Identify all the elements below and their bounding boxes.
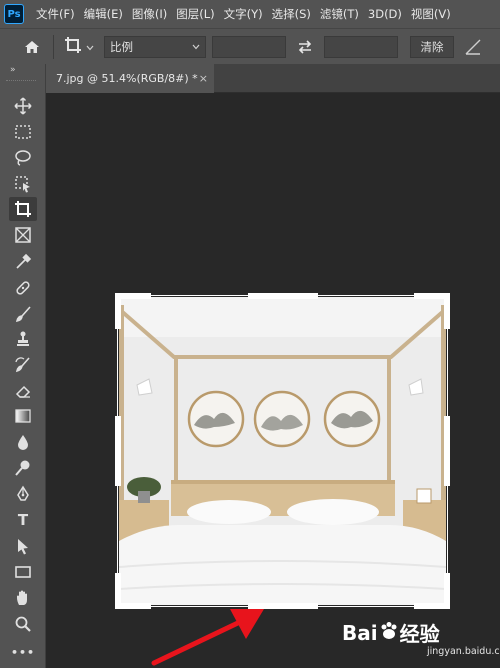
crop-icon (64, 36, 82, 58)
menu-view[interactable]: 视图(V) (411, 6, 451, 22)
hand-tool-icon[interactable] (9, 586, 37, 610)
move-tool-icon[interactable] (9, 94, 37, 118)
close-icon[interactable]: × (199, 72, 208, 85)
options-bar: 比例 清除 (0, 28, 500, 64)
crop-handle-right[interactable] (444, 416, 450, 486)
menu-file[interactable]: 文件(F) (36, 6, 75, 22)
pen-tool-icon[interactable] (9, 482, 37, 506)
more-tools-label: ••• (10, 645, 36, 659)
crop-handle-left[interactable] (115, 416, 121, 486)
baidu-watermark: Bai 经验 (342, 618, 440, 647)
document-tab-bar: 7.jpg @ 51.4%(RGB/8#) * × (46, 64, 500, 93)
menu-3d[interactable]: 3D(D) (368, 7, 402, 21)
paw-icon (378, 620, 400, 646)
chevron-down-icon (86, 37, 94, 56)
crop-tool-icon[interactable] (9, 197, 37, 221)
chevron-down-icon (192, 40, 200, 54)
clear-button[interactable]: 清除 (410, 35, 454, 58)
panel-grip[interactable] (6, 80, 36, 82)
history-brush-tool-icon[interactable] (9, 353, 37, 377)
canvas-area[interactable] (46, 94, 500, 668)
crop-handle-top[interactable] (248, 293, 318, 299)
eyedropper-tool-icon[interactable] (9, 250, 37, 274)
crop-tool-preset[interactable] (64, 36, 94, 58)
photoshop-logo: Ps (4, 4, 24, 24)
more-tools-icon[interactable]: ••• (9, 640, 37, 664)
gradient-tool-icon[interactable] (9, 404, 37, 428)
ratio-select-value: 比例 (110, 39, 133, 54)
blur-tool-icon[interactable] (9, 430, 37, 454)
red-arrow-annotation (151, 609, 264, 666)
clone-stamp-tool-icon[interactable] (9, 327, 37, 351)
menu-layer[interactable]: 图层(L) (176, 6, 214, 22)
path-selection-tool-icon[interactable] (9, 534, 37, 558)
crop-handle-bottom-right-vertical[interactable] (444, 573, 450, 609)
menu-select[interactable]: 选择(S) (272, 6, 311, 22)
type-tool-label: T (17, 511, 29, 529)
crop-handle-top-left-vertical[interactable] (115, 293, 121, 329)
document-tab-title: 7.jpg @ 51.4%(RGB/8#) * (56, 72, 198, 85)
straighten-icon[interactable] (464, 38, 482, 56)
frame-tool-icon[interactable] (9, 223, 37, 247)
swap-arrows-icon[interactable] (292, 39, 318, 54)
marquee-tool-icon[interactable] (9, 120, 37, 144)
ratio-select[interactable]: 比例 (104, 35, 206, 58)
width-input[interactable] (212, 35, 286, 58)
watermark-site: jingyan.baidu.com (427, 646, 500, 657)
crop-handle-top-right-vertical[interactable] (444, 293, 450, 329)
document-tab[interactable]: 7.jpg @ 51.4%(RGB/8#) * × (46, 64, 214, 93)
tools-panel: » T ••• (0, 64, 46, 668)
menu-edit[interactable]: 编辑(E) (84, 6, 123, 22)
watermark-brand-cn: 经验 (399, 622, 440, 646)
home-icon[interactable] (21, 36, 43, 58)
options-separator (53, 34, 54, 59)
menu-type[interactable]: 文字(Y) (224, 6, 263, 22)
brush-tool-icon[interactable] (9, 302, 37, 326)
healing-brush-tool-icon[interactable] (9, 276, 37, 300)
height-input[interactable] (324, 35, 398, 58)
collapse-panel-icon[interactable]: » (10, 65, 15, 75)
zoom-tool-icon[interactable] (9, 612, 37, 636)
menu-filter[interactable]: 滤镜(T) (320, 6, 359, 22)
menu-bar: Ps 文件(F) 编辑(E) 图像(I) 图层(L) 文字(Y) 选择(S) 滤… (0, 0, 500, 28)
crop-handle-bottom-left-vertical[interactable] (115, 573, 121, 609)
crop-bounding-box[interactable] (117, 295, 448, 607)
type-tool-icon[interactable]: T (9, 508, 37, 532)
object-select-tool-icon[interactable] (9, 172, 37, 196)
dodge-tool-icon[interactable] (9, 456, 37, 480)
lasso-tool-icon[interactable] (9, 146, 37, 170)
rectangle-tool-icon[interactable] (9, 560, 37, 584)
watermark-brand: Bai (342, 620, 378, 645)
menu-image[interactable]: 图像(I) (132, 6, 167, 22)
eraser-tool-icon[interactable] (9, 379, 37, 403)
